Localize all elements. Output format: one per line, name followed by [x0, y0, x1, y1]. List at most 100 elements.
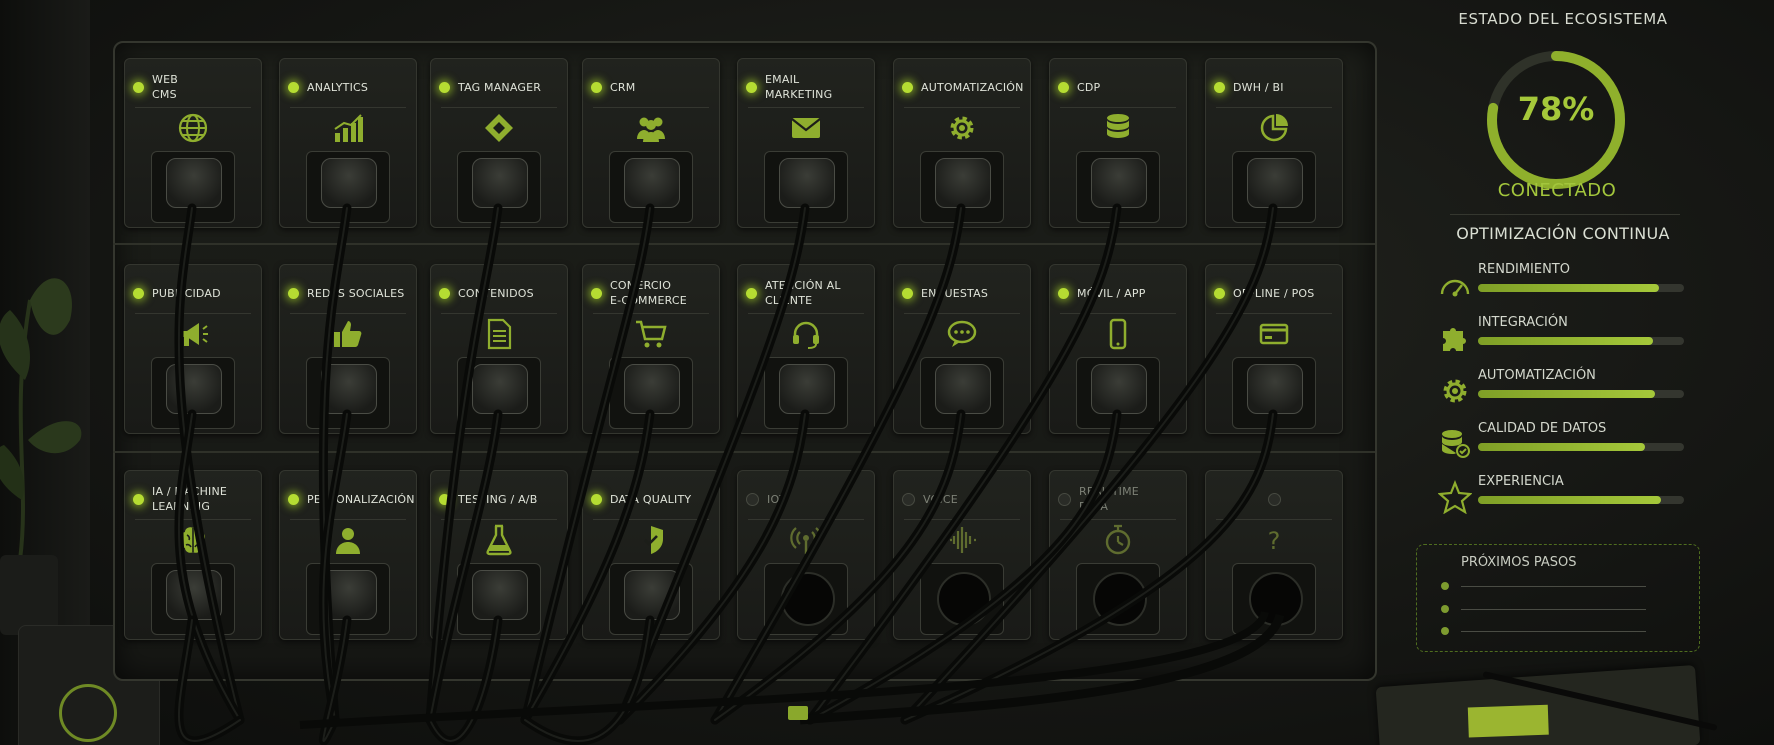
power-socket[interactable]	[306, 563, 390, 635]
power-socket[interactable]	[609, 151, 693, 223]
cable-plug[interactable]	[624, 364, 680, 414]
cable-plug[interactable]	[779, 158, 835, 208]
module-icon-wrap	[280, 111, 416, 145]
module-ia-machine[interactable]: IA / MACHINE LEARNING	[124, 470, 262, 640]
metric-icon-wrap	[1438, 427, 1472, 461]
power-socket[interactable]	[457, 357, 541, 429]
cable-plug[interactable]	[935, 158, 991, 208]
module-label-line: E-COMMERCE	[610, 294, 687, 307]
cable-plug[interactable]	[321, 158, 377, 208]
module-label-line: OFFLINE / POS	[1233, 286, 1315, 300]
cable-plug[interactable]	[624, 158, 680, 208]
power-socket[interactable]	[764, 151, 848, 223]
module-data-quality[interactable]: DATA QUALITY	[582, 470, 720, 640]
module-voice[interactable]: VOICE	[893, 470, 1031, 640]
power-socket[interactable]	[151, 563, 235, 635]
blank-line	[1461, 586, 1646, 587]
cable-plug[interactable]	[624, 570, 680, 620]
status-led	[133, 81, 144, 93]
module-contenidos[interactable]: CONTENIDOS	[430, 264, 568, 434]
cable-plug[interactable]	[472, 570, 528, 620]
module-label: VOICE	[923, 492, 958, 507]
power-socket[interactable]	[920, 357, 1004, 429]
power-socket[interactable]	[151, 357, 235, 429]
status-led	[902, 287, 913, 299]
cable-plug[interactable]	[321, 364, 377, 414]
cable-plug[interactable]	[935, 364, 991, 414]
divider	[904, 107, 1020, 108]
module-testing-a-b[interactable]: TESTING / A/B	[430, 470, 568, 640]
module-cdp[interactable]: CDP	[1049, 58, 1187, 228]
divider	[1450, 214, 1680, 215]
metric-label: RENDIMIENTO	[1478, 262, 1570, 277]
soundwave-icon	[950, 527, 976, 553]
power-socket[interactable]	[1076, 151, 1160, 223]
database-icon	[1107, 114, 1129, 138]
power-socket[interactable]	[151, 151, 235, 223]
module-web[interactable]: WEB CMS	[124, 58, 262, 228]
megaphone-icon	[181, 323, 208, 346]
cable-plug[interactable]	[472, 158, 528, 208]
power-socket[interactable]	[306, 357, 390, 429]
module-real-time[interactable]: REAL TIME DATA	[1049, 470, 1187, 640]
cable-plug[interactable]	[1091, 364, 1147, 414]
power-socket[interactable]	[609, 357, 693, 429]
module-redes-sociales[interactable]: REDES SOCIALES	[279, 264, 417, 434]
module-personalización[interactable]: PERSONALIZACIÓN	[279, 470, 417, 640]
module-offline-pos[interactable]: OFFLINE / POS	[1205, 264, 1343, 434]
status-led	[439, 493, 450, 505]
cable-plug[interactable]	[166, 158, 222, 208]
power-socket[interactable]	[920, 563, 1004, 635]
metric-icon-wrap	[1438, 268, 1472, 302]
module-label-line: PUBLICIDAD	[152, 286, 221, 300]
power-socket[interactable]	[1076, 357, 1160, 429]
empty-socket-hole	[937, 572, 991, 626]
power-socket[interactable]	[609, 563, 693, 635]
module-móvil-app[interactable]: MÓVIL / APP	[1049, 264, 1187, 434]
module-crm[interactable]: CRM	[582, 58, 720, 228]
module-iot[interactable]: IOT	[737, 470, 875, 640]
cable-plug[interactable]	[1247, 158, 1303, 208]
cable-plug[interactable]	[166, 570, 222, 620]
module-automatización[interactable]: AUTOMATIZACIÓN	[893, 58, 1031, 228]
module-publicidad[interactable]: PUBLICIDAD	[124, 264, 262, 434]
power-socket[interactable]	[764, 357, 848, 429]
connection-status: CONECTADO	[1497, 180, 1617, 201]
power-socket[interactable]	[306, 151, 390, 223]
module-label-line: IOT	[767, 492, 787, 506]
module-tag-manager[interactable]: TAG MANAGER	[430, 58, 568, 228]
module-icon-wrap	[583, 111, 719, 145]
module-unknown[interactable]: ?	[1205, 470, 1343, 640]
power-socket[interactable]	[1076, 563, 1160, 635]
module-dwh-bi[interactable]: DWH / BI	[1205, 58, 1343, 228]
module-atención-al-cliente[interactable]: ATENCIÓN AL CLIENTE	[737, 264, 875, 434]
module-label-line: VOICE	[923, 492, 958, 506]
power-socket[interactable]	[457, 151, 541, 223]
module-label-line: TAG MANAGER	[458, 80, 542, 94]
metric-bar	[1478, 337, 1684, 345]
module-email[interactable]: EMAIL MARKETING	[737, 58, 875, 228]
module-encuestas[interactable]: ENCUESTAS	[893, 264, 1031, 434]
stopwatch-icon	[1105, 524, 1131, 555]
module-icon-wrap: ?	[1206, 523, 1342, 557]
cart-icon	[636, 320, 667, 348]
module-comercio[interactable]: COMERCIO E-COMMERCE	[582, 264, 720, 434]
module-icon-wrap	[583, 317, 719, 351]
power-socket[interactable]	[920, 151, 1004, 223]
module-header: DATA QUALITY	[591, 479, 711, 519]
power-socket[interactable]	[1232, 151, 1316, 223]
module-header: COMERCIO E-COMMERCE	[591, 273, 711, 313]
module-analytics[interactable]: ANALYTICS	[279, 58, 417, 228]
power-socket[interactable]	[1232, 357, 1316, 429]
cable-plug[interactable]	[1247, 364, 1303, 414]
percent-value: 78%	[1517, 90, 1595, 128]
cable-plug[interactable]	[472, 364, 528, 414]
cable-plug[interactable]	[321, 570, 377, 620]
module-icon-wrap	[894, 317, 1030, 351]
power-socket[interactable]	[457, 563, 541, 635]
power-socket[interactable]	[764, 563, 848, 635]
cable-plug[interactable]	[166, 364, 222, 414]
cable-plug[interactable]	[779, 364, 835, 414]
power-socket[interactable]	[1232, 563, 1316, 635]
cable-plug[interactable]	[1091, 158, 1147, 208]
